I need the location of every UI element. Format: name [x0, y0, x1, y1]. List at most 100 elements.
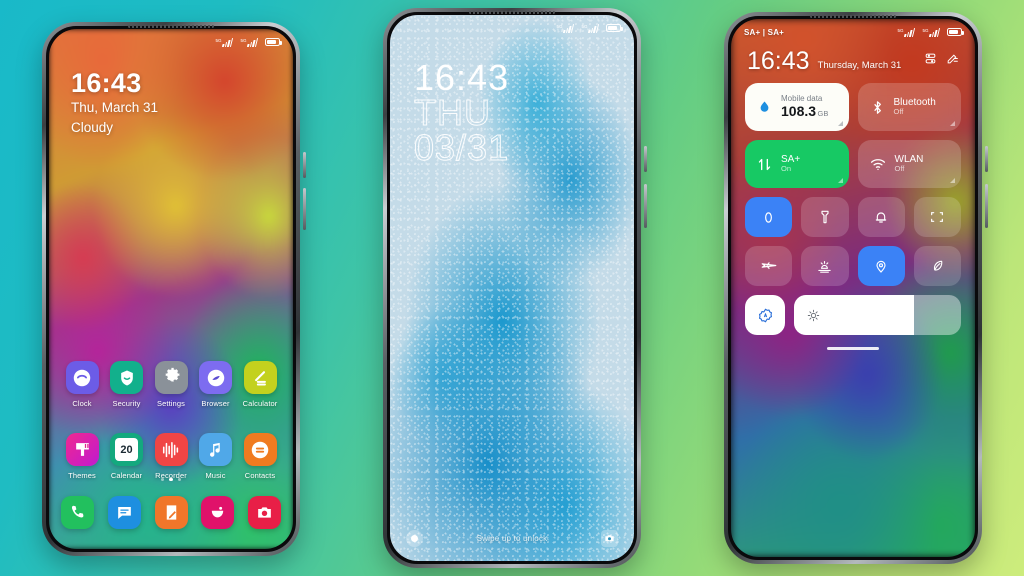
page-dot[interactable] [177, 477, 182, 481]
app-clock[interactable]: Clock [61, 361, 103, 408]
reading-mode-tile[interactable] [801, 246, 849, 286]
battery-saver-tile[interactable] [913, 246, 961, 286]
widget-time: 16:43 [71, 68, 142, 98]
expand-corner[interactable] [837, 121, 843, 126]
gear-icon [154, 361, 188, 394]
wlan-tile[interactable]: WLAN Off [857, 140, 961, 188]
settings-sliders-icon[interactable] [924, 52, 937, 70]
airplane-mode-tile[interactable] [745, 246, 793, 286]
statusbar-carriers: SA+ | SA+ [744, 27, 785, 37]
themes-icon [65, 433, 99, 466]
signal-bars-icon-2 [580, 23, 600, 33]
screen-control-center: SA+ | SA+ 16:43 Thursday, March 31 [731, 19, 975, 557]
clock-weather-widget[interactable]: 16:43 Thu, March 31 Cloudy [71, 68, 159, 139]
phone-control-center: SA+ | SA+ 16:43 Thursday, March 31 [724, 12, 988, 564]
camera-icon[interactable] [248, 496, 281, 529]
calculator-icon [243, 361, 277, 394]
auto-brightness-icon[interactable] [745, 295, 785, 335]
silent-mode-tile[interactable] [857, 197, 905, 237]
compass-icon [199, 361, 232, 394]
signal-bars-icon-1 [214, 37, 234, 47]
app-browser[interactable]: Browser [195, 361, 237, 408]
app-label: Security [112, 399, 141, 408]
phone-homescreen: 16:43 Thu, March 31 Cloudy Clock [42, 22, 306, 556]
lockscreen-bottom-bar: Swipe up to unlock [390, 530, 634, 547]
app-grid-row-1: Clock Security Settings Browser Calculat… [61, 361, 281, 408]
expand-corner[interactable] [837, 178, 843, 183]
signal-bars-icon-1 [555, 23, 575, 33]
brightness-row [745, 295, 961, 335]
location-tile[interactable] [857, 246, 905, 286]
lock-time: 16:43 [414, 57, 510, 98]
app-calculator[interactable]: Calculator [239, 361, 281, 408]
clock-icon [65, 361, 99, 394]
expand-corner[interactable] [950, 121, 955, 126]
signal-bars-icon-2 [921, 27, 941, 37]
earpiece-grille [128, 25, 214, 28]
bluetooth-icon [873, 100, 881, 114]
home-indicator[interactable] [827, 347, 879, 350]
dock [61, 496, 281, 529]
app-settings[interactable]: Settings [150, 361, 192, 408]
calendar-day: 20 [115, 438, 138, 461]
expand-corner[interactable] [950, 178, 955, 183]
earpiece-grille [469, 11, 555, 14]
app-label: Calculator [242, 399, 278, 408]
screenshot-tile[interactable] [913, 197, 961, 237]
screen-lockscreen: 16:43 THU 03/31 Swipe up to unlock [390, 15, 634, 561]
mobile-data-tile[interactable]: Mobile data 108.3 GB [745, 83, 849, 131]
screen-homescreen: 16:43 Thu, March 31 Cloudy Clock [49, 29, 293, 549]
flashlight-circle-icon[interactable] [406, 530, 423, 547]
statusbar: SA+ | SA+ [731, 19, 975, 45]
signal-bars-icon-2 [239, 37, 259, 47]
waveform-icon [154, 433, 188, 466]
tile-value: 108.3 [781, 102, 817, 119]
lock-date: 03/31 [413, 126, 510, 168]
app-grid-row-2: Themes 20 Calendar Recorder Music Contac… [61, 433, 281, 480]
app-label: Clock [72, 399, 92, 408]
header-date: Thursday, March 31 [817, 60, 902, 71]
phone-icon[interactable] [61, 496, 94, 529]
brightness-slider[interactable] [794, 295, 961, 335]
app-security[interactable]: Security [106, 361, 148, 408]
wifi-icon [870, 159, 885, 171]
app-recorder[interactable]: Recorder [150, 433, 192, 480]
gallery-icon[interactable] [201, 496, 235, 529]
battery-icon [947, 28, 964, 36]
app-calendar[interactable]: 20 Calendar [106, 433, 148, 480]
widget-weather: Cloudy [71, 120, 114, 136]
control-center-tiles: Mobile data 108.3 GB Bluetooth Off SA+ O… [745, 83, 961, 350]
app-label: Settings [157, 399, 185, 408]
rotation-lock-tile[interactable] [745, 197, 793, 237]
quick-toggle-grid [745, 197, 961, 286]
app-label: Browser [201, 399, 230, 408]
bluetooth-tile[interactable]: Bluetooth Off [857, 83, 961, 131]
widget-date: Thu, March 31 [71, 100, 159, 116]
app-music[interactable]: Music [195, 433, 237, 480]
app-themes[interactable]: Themes [61, 433, 103, 480]
statusbar [49, 29, 293, 55]
page-indicator[interactable] [49, 477, 293, 481]
battery-icon [606, 24, 623, 32]
brightness-sun-icon [807, 309, 820, 321]
flashlight-tile[interactable] [801, 197, 849, 237]
notes-icon[interactable] [154, 496, 188, 529]
earpiece-grille [810, 15, 896, 18]
sa-plus-tile[interactable]: SA+ On [745, 140, 849, 188]
tile-unit: GB [817, 108, 829, 118]
messages-icon[interactable] [107, 496, 141, 529]
tile-state: Off [894, 164, 905, 174]
data-drop-icon [760, 100, 769, 112]
statusbar [390, 15, 634, 41]
battery-icon [265, 38, 282, 46]
page-dot-active[interactable] [169, 477, 173, 481]
lock-weekday: THU [413, 91, 491, 133]
calendar-icon: 20 [110, 433, 143, 466]
camera-icon[interactable] [600, 530, 618, 547]
control-center-header: 16:43 Thursday, March 31 [747, 49, 959, 74]
page-dot[interactable] [160, 477, 165, 481]
tile-state: On [781, 164, 792, 174]
edit-tiles-icon[interactable] [946, 52, 959, 70]
app-contacts[interactable]: Contacts [239, 433, 281, 480]
signal-bars-icon-1 [896, 27, 916, 37]
